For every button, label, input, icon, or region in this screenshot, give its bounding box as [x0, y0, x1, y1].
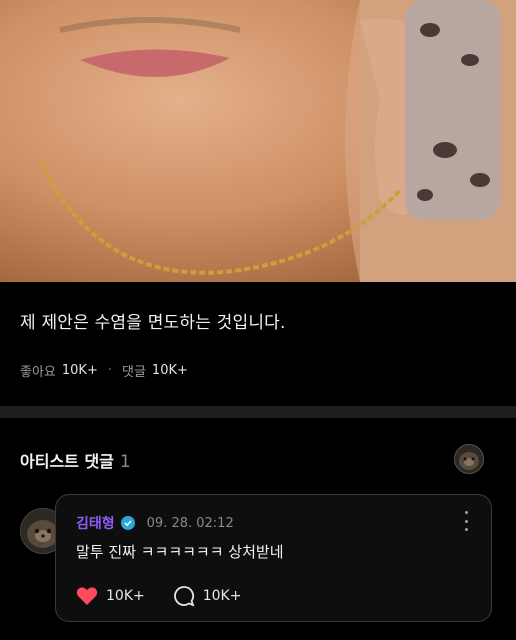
comment-bubble-icon: [173, 586, 195, 607]
likes-count[interactable]: 10K+: [62, 363, 98, 378]
stats-separator: ·: [107, 363, 112, 378]
comment-author[interactable]: 김태형: [76, 513, 115, 533]
artist-comments-header: 아티스트 댓글 1: [20, 448, 131, 472]
artist-comments-count: 1: [119, 452, 131, 472]
more-vertical-icon[interactable]: [463, 511, 469, 531]
post-stats: 좋아요 10K+ · 댓글 10K+: [20, 361, 188, 380]
comment-timestamp: 09. 28. 02:12: [146, 515, 234, 531]
comment-like-count: 10K+: [106, 588, 145, 604]
likes-label: 좋아요: [20, 365, 56, 380]
comments-count[interactable]: 10K+: [152, 363, 188, 378]
comment-like-button[interactable]: 10K+: [76, 586, 145, 606]
post-photo[interactable]: [0, 0, 516, 282]
post-caption: 제 제안은 수염을 면도하는 것입니다.: [20, 313, 286, 333]
comment-reactions: 10K+ 10K+: [76, 585, 241, 607]
verified-badge-icon: [120, 516, 135, 530]
artist-comment-card: 김태형 09. 28. 02:12 말투 진짜 ㅋㅋㅋㅋㅋㅋ 상처받네 10K+…: [55, 494, 492, 622]
post-photo-drawing: [0, 0, 516, 282]
section-divider: [0, 406, 516, 418]
heart-icon: [76, 587, 98, 605]
comments-label: 댓글: [122, 365, 146, 380]
artist-avatar-small[interactable]: [454, 444, 484, 474]
artist-comments-title: 아티스트 댓글: [20, 452, 114, 471]
dog-avatar-icon: [455, 445, 483, 473]
comment-reply-button[interactable]: 10K+: [173, 585, 242, 607]
comment-header: 김태형 09. 28. 02:12: [76, 513, 234, 533]
comment-text: 말투 진짜 ㅋㅋㅋㅋㅋㅋ 상처받네: [76, 543, 284, 561]
comment-reply-count: 10K+: [202, 588, 242, 604]
